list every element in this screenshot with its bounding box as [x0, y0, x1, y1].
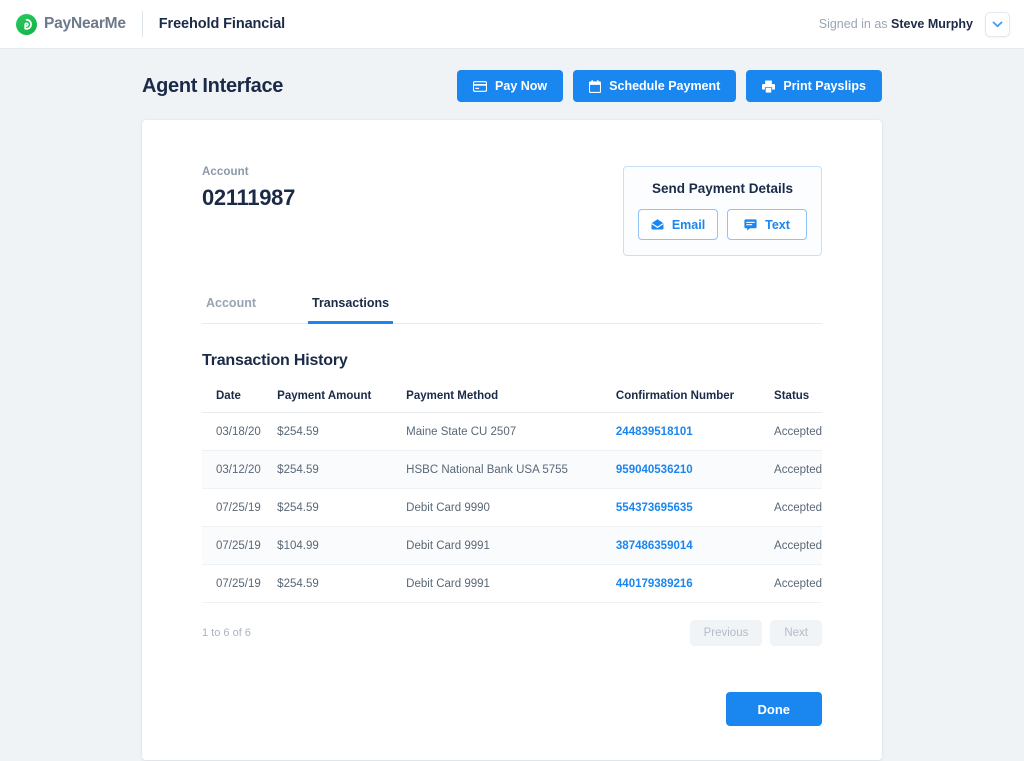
cell-confirmation: 387486359014	[616, 527, 774, 565]
cell-amount: $104.99	[277, 527, 406, 565]
brand-logo[interactable]: PayNearMe	[16, 14, 126, 35]
cell-date: 03/18/20	[202, 413, 277, 451]
table-header-row: Date Payment Amount Payment Method Confi…	[202, 384, 822, 413]
cell-status: Accepted	[774, 527, 822, 565]
page-body: Agent Interface Pay Now	[0, 49, 1024, 761]
cell-confirmation: 244839518101	[616, 413, 774, 451]
printer-icon	[762, 80, 775, 93]
page-title: Agent Interface	[142, 75, 283, 98]
cell-status: Accepted	[774, 565, 822, 603]
confirmation-number-link[interactable]: 440179389216	[616, 578, 693, 590]
previous-page-button[interactable]: Previous	[690, 620, 763, 646]
main-card: Account 02111987 Send Payment Details	[142, 120, 882, 760]
send-payment-details-panel: Send Payment Details Email	[623, 166, 822, 256]
cell-confirmation: 440179389216	[616, 565, 774, 603]
header-divider	[142, 11, 143, 37]
transaction-history-table: Date Payment Amount Payment Method Confi…	[202, 384, 822, 603]
table-row: 03/18/20 $254.59 Maine State CU 2507 244…	[202, 413, 822, 451]
done-button-row: Done	[202, 692, 822, 726]
cell-status: Accepted	[774, 451, 822, 489]
cell-amount: $254.59	[277, 413, 406, 451]
pay-now-label: Pay Now	[495, 79, 547, 93]
send-email-button[interactable]: Email	[638, 209, 718, 240]
table-row: 07/25/19 $254.59 Debit Card 9990 5543736…	[202, 489, 822, 527]
print-payslips-button[interactable]: Print Payslips	[746, 70, 882, 102]
print-payslips-label: Print Payslips	[783, 79, 866, 93]
tab-account[interactable]: Account	[202, 286, 260, 324]
table-body: 03/18/20 $254.59 Maine State CU 2507 244…	[202, 413, 822, 603]
cell-amount: $254.59	[277, 451, 406, 489]
column-header-status: Status	[774, 384, 822, 413]
schedule-payment-button[interactable]: Schedule Payment	[573, 70, 736, 102]
credit-card-icon	[473, 81, 487, 92]
pay-now-button[interactable]: Pay Now	[457, 70, 563, 102]
column-header-confirmation: Confirmation Number	[616, 384, 774, 413]
cell-method: Debit Card 9991	[406, 565, 616, 603]
cell-method: Debit Card 9991	[406, 527, 616, 565]
column-header-method: Payment Method	[406, 384, 616, 413]
tenant-name: Freehold Financial	[159, 16, 285, 32]
pagination-bar: 1 to 6 of 6 Previous Next	[202, 620, 822, 646]
account-summary-row: Account 02111987 Send Payment Details	[174, 150, 850, 256]
account-tabs: Account Transactions	[202, 286, 822, 324]
table-header: Date Payment Amount Payment Method Confi…	[202, 384, 822, 413]
send-payment-details-title: Send Payment Details	[638, 181, 807, 196]
page-header-row: Agent Interface Pay Now	[142, 70, 882, 102]
account-label: Account	[202, 166, 295, 178]
cell-date: 07/25/19	[202, 489, 277, 527]
cell-method: Debit Card 9990	[406, 489, 616, 527]
send-text-label: Text	[765, 218, 790, 232]
signed-in-label: Signed in as Steve Murphy	[819, 17, 973, 31]
cell-status: Accepted	[774, 413, 822, 451]
column-header-amount: Payment Amount	[277, 384, 406, 413]
cell-date: 03/12/20	[202, 451, 277, 489]
top-header-bar: PayNearMe Freehold Financial Signed in a…	[0, 0, 1024, 49]
cell-status: Accepted	[774, 489, 822, 527]
cell-method: HSBC National Bank USA 5755	[406, 451, 616, 489]
cell-confirmation: 554373695635	[616, 489, 774, 527]
column-header-date: Date	[202, 384, 277, 413]
chevron-down-icon	[992, 15, 1003, 33]
user-name: Steve Murphy	[891, 17, 973, 31]
next-page-button[interactable]: Next	[770, 620, 822, 646]
cell-amount: $254.59	[277, 489, 406, 527]
account-number: 02111987	[202, 185, 295, 211]
paynearme-logo-icon	[16, 14, 37, 35]
send-email-label: Email	[672, 218, 705, 232]
pagination-buttons: Previous Next	[690, 620, 822, 646]
send-payment-details-actions: Email Text	[638, 209, 807, 240]
pagination-count: 1 to 6 of 6	[202, 627, 251, 639]
confirmation-number-link[interactable]: 244839518101	[616, 426, 693, 438]
confirmation-number-link[interactable]: 387486359014	[616, 540, 693, 552]
transaction-history-title: Transaction History	[202, 352, 822, 370]
account-menu-button[interactable]	[985, 12, 1010, 37]
page-action-buttons: Pay Now Schedule Payment	[457, 70, 882, 102]
done-button[interactable]: Done	[726, 692, 823, 726]
confirmation-number-link[interactable]: 554373695635	[616, 502, 693, 514]
table-row: 03/12/20 $254.59 HSBC National Bank USA …	[202, 451, 822, 489]
confirmation-number-link[interactable]: 959040536210	[616, 464, 693, 476]
cell-confirmation: 959040536210	[616, 451, 774, 489]
cell-method: Maine State CU 2507	[406, 413, 616, 451]
cell-date: 07/25/19	[202, 527, 277, 565]
signed-in-prefix: Signed in as	[819, 17, 888, 31]
send-text-button[interactable]: Text	[727, 209, 807, 240]
cell-date: 07/25/19	[202, 565, 277, 603]
calendar-icon	[589, 80, 601, 93]
brand-name: PayNearMe	[44, 15, 126, 33]
chat-bubble-icon	[744, 219, 757, 231]
schedule-payment-label: Schedule Payment	[609, 79, 720, 93]
account-block: Account 02111987	[202, 166, 295, 211]
header-right-group: Signed in as Steve Murphy	[819, 12, 1010, 37]
cell-amount: $254.59	[277, 565, 406, 603]
envelope-icon	[651, 219, 664, 230]
page-container: Agent Interface Pay Now	[142, 49, 882, 761]
tab-transactions[interactable]: Transactions	[308, 286, 393, 324]
table-row: 07/25/19 $254.59 Debit Card 9991 4401793…	[202, 565, 822, 603]
table-row: 07/25/19 $104.99 Debit Card 9991 3874863…	[202, 527, 822, 565]
